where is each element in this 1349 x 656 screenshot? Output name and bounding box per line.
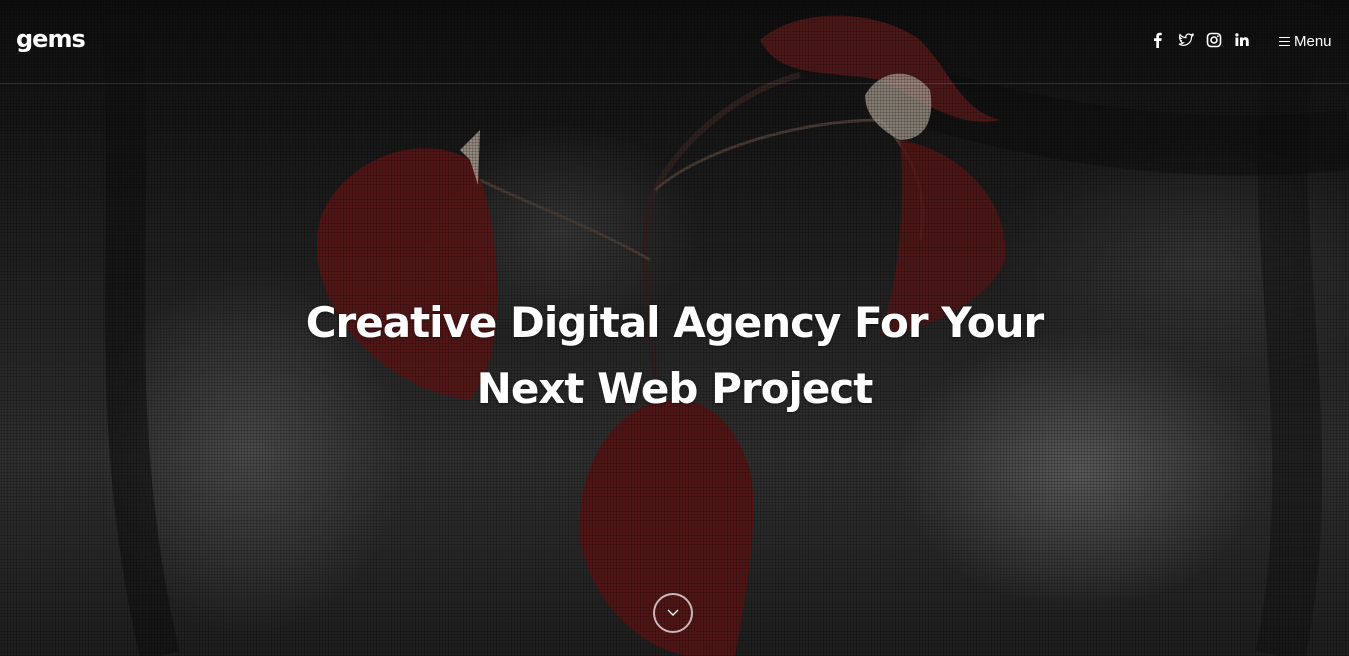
menu-button[interactable]: Menu	[1279, 33, 1332, 50]
linkedin-icon[interactable]	[1234, 32, 1250, 48]
hero-section: gems Menu Creative Digital Agency For Yo…	[0, 0, 1349, 656]
social-links	[1150, 32, 1250, 48]
chevron-down-icon	[667, 609, 679, 616]
menu-label: Menu	[1294, 33, 1332, 50]
facebook-icon[interactable]	[1150, 32, 1166, 48]
site-logo[interactable]: gems	[16, 27, 86, 51]
scroll-down-button[interactable]	[653, 593, 693, 633]
hero-headline: Creative Digital Agency For Your Next We…	[0, 290, 1349, 422]
twitter-icon[interactable]	[1178, 32, 1194, 48]
hamburger-icon	[1279, 37, 1290, 46]
instagram-icon[interactable]	[1206, 32, 1222, 48]
hero-headline-line-1: Creative Digital Agency For Your	[305, 298, 1045, 348]
hero-headline-line-2: Next Web Project	[476, 364, 874, 414]
site-header: gems Menu	[0, 0, 1349, 84]
